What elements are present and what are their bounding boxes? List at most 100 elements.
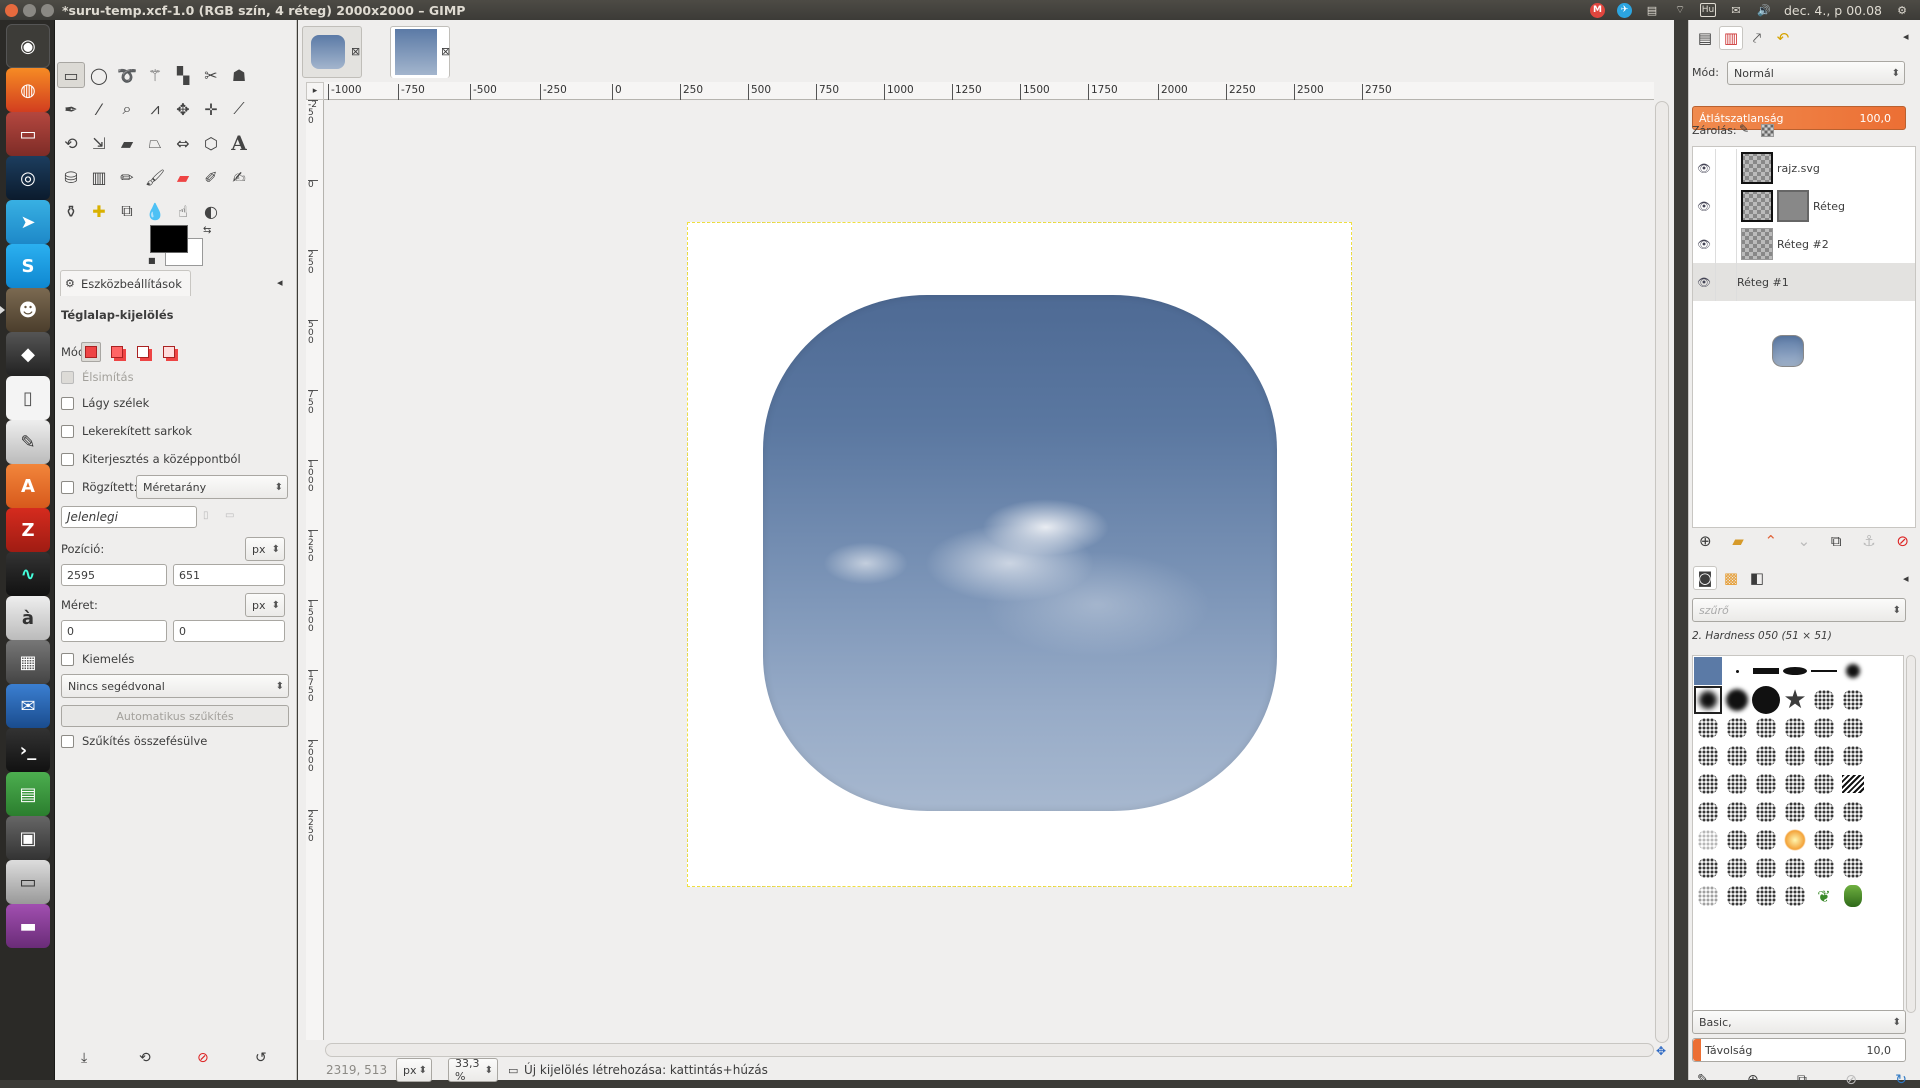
brush-cell[interactable] <box>1694 714 1722 742</box>
tool-options-tab[interactable]: ⚙ Eszközbeállítások <box>60 270 191 296</box>
edit-brush-icon[interactable]: ✎ <box>1697 1072 1709 1088</box>
clock[interactable]: dec. 4., p 00.08 <box>1784 3 1882 18</box>
brush-cell[interactable] <box>1839 686 1867 714</box>
scissors-tool-icon[interactable]: ✂ <box>197 62 225 88</box>
layer-chain-toggle[interactable] <box>1715 263 1737 301</box>
bucket-fill-tool-icon[interactable]: ⛁ <box>57 164 85 190</box>
new-layer-group-icon[interactable]: ▰ <box>1732 532 1744 550</box>
eraser-tool-icon[interactable]: ▰ <box>169 164 197 190</box>
canvas-viewport[interactable] <box>325 101 1654 1043</box>
close-tab-1-icon[interactable]: ⊠ <box>351 45 360 58</box>
brush-cell[interactable] <box>1781 826 1809 854</box>
spreadsheet-launcher-icon[interactable]: ▤ <box>6 772 50 816</box>
brush-cell[interactable] <box>1694 882 1722 910</box>
undo-history-tab-icon[interactable]: ↶ <box>1771 26 1795 50</box>
shrink-merged-checkbox[interactable] <box>61 734 74 748</box>
patterns-tab-icon[interactable]: ▩ <box>1719 566 1743 590</box>
clipboard-brush[interactable] <box>1694 657 1722 685</box>
position-y-field[interactable]: 651 <box>173 564 285 586</box>
image-tab-2[interactable]: ⊠ <box>390 26 450 78</box>
rounded-corners-option[interactable]: Lekerekített sarkok <box>61 424 192 438</box>
pencil-tool-icon[interactable]: ✏ <box>113 164 141 190</box>
layer-chain-toggle[interactable] <box>1715 225 1737 263</box>
align-tool-icon[interactable]: ✛ <box>197 96 225 122</box>
layer-name[interactable]: Réteg <box>1813 200 1845 213</box>
brush-cell[interactable] <box>1723 854 1751 882</box>
brushes-menu-icon[interactable]: ◂ <box>1903 572 1909 585</box>
brush-cell[interactable] <box>1839 798 1867 826</box>
brush-preset-combo[interactable]: Basic, <box>1692 1010 1906 1034</box>
brush-cell[interactable] <box>1723 714 1751 742</box>
refresh-brushes-icon[interactable]: ↻ <box>1895 1072 1907 1088</box>
delete-brush-icon[interactable]: ⊘ <box>1845 1072 1857 1088</box>
display-indicator-icon[interactable]: ▤ <box>1644 3 1660 17</box>
fixed-option[interactable]: Rögzített: <box>61 480 138 494</box>
foreground-color-swatch[interactable] <box>150 225 188 253</box>
brush-cell[interactable] <box>1810 854 1838 882</box>
portrait-icon[interactable]: ▯ <box>203 510 209 521</box>
brush-cell[interactable]: ★ <box>1781 685 1809 715</box>
brush-cell[interactable] <box>1752 826 1780 854</box>
thunderbird-launcher-icon[interactable]: ✉ <box>6 684 50 728</box>
navigate-icon[interactable]: ✥ <box>1656 1044 1666 1058</box>
layer-chain-toggle[interactable] <box>1715 187 1737 225</box>
size-width-field[interactable]: 0 <box>61 620 167 642</box>
keyboard-layout-indicator[interactable]: Hu <box>1699 3 1716 17</box>
calculator-launcher-icon[interactable]: ▦ <box>6 640 50 684</box>
feather-option[interactable]: Lágy szélek <box>61 396 149 410</box>
steam-launcher-icon[interactable]: ◎ <box>6 156 50 200</box>
zoom-tool-icon[interactable]: ⌕ <box>113 96 141 122</box>
brush-cell[interactable] <box>1810 798 1838 826</box>
layer-mask-thumbnail[interactable] <box>1777 190 1809 222</box>
blur-tool-icon[interactable]: 💧 <box>141 198 169 224</box>
panel-menu-icon[interactable]: ◂ <box>277 276 283 289</box>
layer-chain-toggle[interactable] <box>1715 149 1737 187</box>
paths-tab-icon[interactable]: ⤤ <box>1745 26 1769 50</box>
rotate-tool-icon[interactable]: ⟲ <box>57 130 85 156</box>
volume-icon[interactable]: 🔊 <box>1756 3 1772 17</box>
auto-shrink-button[interactable]: Automatikus szűkítés <box>61 705 289 727</box>
brush-cell[interactable] <box>1810 742 1838 770</box>
brush-cell[interactable] <box>1810 657 1838 685</box>
text-editor-launcher-icon[interactable]: ✎ <box>6 420 50 464</box>
antialias-checkbox[interactable] <box>61 370 74 384</box>
brush-cell[interactable] <box>1752 882 1780 910</box>
brush-cell[interactable] <box>1723 798 1751 826</box>
anchor-layer-icon[interactable]: ⚓ <box>1862 532 1875 550</box>
dash-button[interactable]: ◉ <box>6 24 50 68</box>
layer-mode-combo[interactable]: Normál <box>1727 61 1905 85</box>
brush-cell[interactable] <box>1694 798 1722 826</box>
character-map-launcher-icon[interactable]: à <box>6 596 50 640</box>
brush-cell[interactable] <box>1781 714 1809 742</box>
filezilla-launcher-icon[interactable]: Z <box>6 508 50 552</box>
duplicate-layer-icon[interactable]: ⧉ <box>1831 532 1842 550</box>
brush-cell[interactable] <box>1723 686 1751 714</box>
horizontal-scrollbar[interactable] <box>325 1043 1654 1057</box>
close-tab-2-icon[interactable]: ⊠ <box>441 45 450 58</box>
brush-cell[interactable] <box>1781 882 1809 910</box>
clone-tool-icon[interactable]: ⚱ <box>57 198 85 224</box>
brush-cell[interactable] <box>1781 798 1809 826</box>
fixed-mode-combo[interactable]: Méretarány <box>136 475 288 499</box>
layers-tab-icon[interactable]: ▤ <box>1693 26 1717 50</box>
airbrush-tool-icon[interactable]: ✐ <box>197 164 225 190</box>
scale-tool-icon[interactable]: ⇲ <box>85 130 113 156</box>
brush-cell[interactable] <box>1694 742 1722 770</box>
gradients-tab-icon[interactable]: ◧ <box>1745 566 1769 590</box>
spacing-slider[interactable]: Távolság 10,0 <box>1692 1038 1906 1062</box>
brush-cell[interactable] <box>1839 714 1867 742</box>
delete-layer-icon[interactable]: ⊘ <box>1896 532 1909 550</box>
mail-indicator-icon[interactable]: M <box>1589 2 1605 18</box>
brush-cell[interactable] <box>1723 770 1751 798</box>
swap-colors-icon[interactable]: ⇆ <box>203 225 211 236</box>
fuzzy-select-tool-icon[interactable]: ⚚ <box>141 62 169 88</box>
messaging-icon[interactable]: ✉ <box>1728 3 1744 17</box>
heal-tool-icon[interactable]: ✚ <box>85 198 113 224</box>
brush-cell[interactable] <box>1694 770 1722 798</box>
close-window-button[interactable] <box>5 3 18 17</box>
brush-tag-filter[interactable]: szűrő <box>1692 598 1906 622</box>
rounded-corners-checkbox[interactable] <box>61 424 74 438</box>
minimize-window-button[interactable] <box>23 3 36 17</box>
system-monitor-launcher-icon[interactable]: ∿ <box>6 552 50 596</box>
fixed-value-field[interactable]: Jelenlegi <box>61 506 197 528</box>
